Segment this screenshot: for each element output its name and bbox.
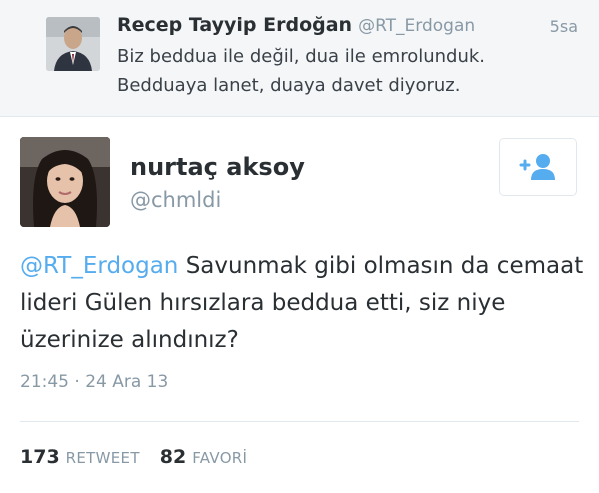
tweet-stats: 173 RETWEET 82 FAVORİ bbox=[20, 446, 247, 468]
follow-button[interactable] bbox=[499, 138, 577, 196]
parent-tweet[interactable]: Recep Tayyip Erdoğan @RT_Erdogan 5sa Biz … bbox=[0, 0, 599, 117]
favorite-count[interactable]: 82 bbox=[160, 446, 186, 468]
parent-tweet-header: Recep Tayyip Erdoğan @RT_Erdogan bbox=[117, 14, 475, 36]
author-avatar-image bbox=[20, 137, 110, 227]
retweet-label[interactable]: RETWEET bbox=[66, 449, 140, 467]
favorite-label[interactable]: FAVORİ bbox=[192, 449, 247, 467]
author-handle[interactable]: @chmldi bbox=[130, 188, 221, 212]
retweet-count[interactable]: 173 bbox=[20, 446, 60, 468]
parent-avatar-image bbox=[46, 17, 100, 71]
mention-link[interactable]: @RT_Erdogan bbox=[20, 253, 178, 279]
parent-tweet-text-line: Bedduaya lanet, duaya davet diyoruz. bbox=[117, 75, 461, 96]
tweet-timestamp[interactable]: 21:45 · 24 Ara 13 bbox=[20, 372, 168, 392]
tweet-text: @RT_Erdogan Savunmak gibi olmasın da cem… bbox=[20, 248, 588, 359]
add-user-icon bbox=[519, 154, 555, 180]
parent-avatar[interactable] bbox=[46, 17, 100, 71]
author-name[interactable]: nurtaç aksoy bbox=[130, 153, 305, 181]
divider bbox=[20, 421, 579, 422]
parent-author-name[interactable]: Recep Tayyip Erdoğan bbox=[117, 14, 352, 36]
parent-tweet-text-line: Biz beddua ile değil, dua ile emrolunduk… bbox=[117, 46, 486, 67]
parent-tweet-text: Biz beddua ile değil, dua ile emrolunduk… bbox=[117, 42, 577, 100]
parent-author-handle[interactable]: @RT_Erdogan bbox=[358, 16, 475, 36]
author-avatar[interactable] bbox=[20, 137, 110, 227]
parent-tweet-time: 5sa bbox=[549, 17, 578, 36]
